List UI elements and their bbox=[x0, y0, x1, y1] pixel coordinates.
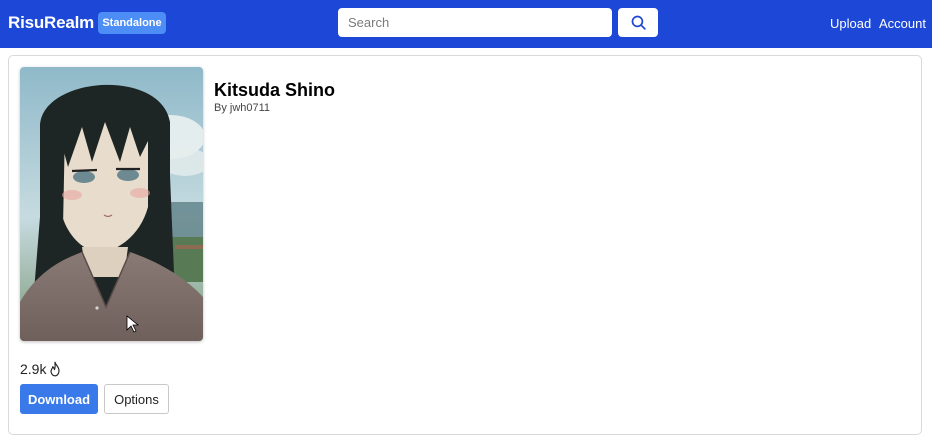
download-button[interactable]: Download bbox=[20, 384, 98, 414]
upload-link[interactable]: Upload bbox=[830, 16, 871, 31]
author-label[interactable]: By jwh0711 bbox=[214, 102, 270, 114]
flame-icon bbox=[50, 361, 61, 377]
mode-badge[interactable]: Standalone bbox=[98, 12, 166, 34]
download-count: 2.9k bbox=[20, 360, 62, 378]
options-button[interactable]: Options bbox=[104, 384, 169, 414]
download-count-value: 2.9k bbox=[20, 361, 47, 377]
character-name: Kitsuda Shino bbox=[214, 80, 335, 100]
search-button[interactable] bbox=[618, 8, 658, 37]
search-input[interactable] bbox=[338, 8, 612, 37]
search-icon bbox=[631, 15, 646, 30]
site-logo[interactable]: RisuRealm bbox=[8, 13, 94, 33]
account-link[interactable]: Account bbox=[879, 16, 926, 31]
character-portrait[interactable] bbox=[20, 67, 203, 341]
top-navbar: RisuRealm Standalone Upload Account bbox=[0, 0, 932, 48]
